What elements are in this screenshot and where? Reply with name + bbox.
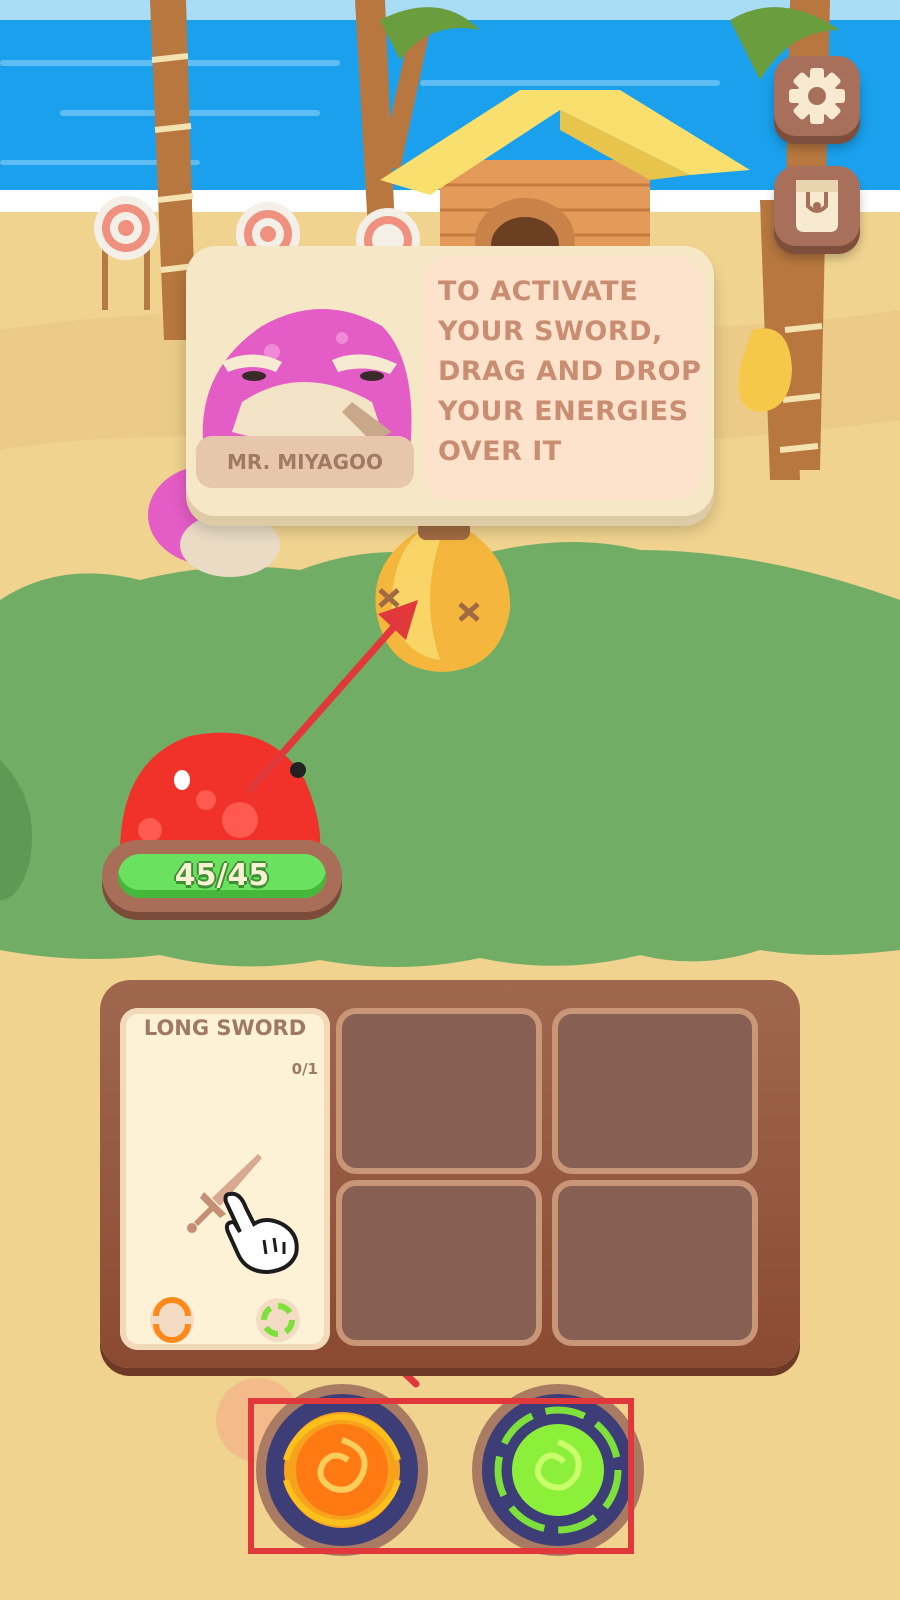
weapon-inventory: LONG SWORD 0/1 — [100, 980, 800, 1370]
empty-inventory-slot[interactable] — [552, 1180, 758, 1346]
energy-slot-count: 0/1 — [291, 1060, 318, 1078]
pointer-hand-icon — [223, 1191, 299, 1275]
item-name: LONG SWORD — [143, 1016, 307, 1040]
dialog-message: TO ACTIVATE YOUR SWORD, DRAG AND DROP YO… — [438, 276, 702, 467]
backpack-icon — [796, 180, 838, 232]
nature-energy-socket-icon — [256, 1298, 300, 1342]
empty-inventory-slot[interactable] — [336, 1180, 542, 1346]
settings-button[interactable] — [774, 56, 860, 136]
tutorial-highlight-frame — [248, 1398, 634, 1554]
gear-icon — [789, 68, 845, 124]
npc-name-plate: MR. MIYAGOO — [196, 436, 414, 488]
item-card-long-sword[interactable]: LONG SWORD 0/1 — [120, 1008, 330, 1350]
empty-inventory-slot[interactable] — [336, 1008, 542, 1174]
player-health-bar: 45/45 — [102, 840, 342, 920]
empty-inventory-slot[interactable] — [552, 1008, 758, 1174]
bag-button[interactable] — [774, 166, 860, 246]
hp-value: 45/45 — [174, 858, 270, 893]
tutorial-dialog: MR. MIYAGOO TO ACTIVATE YOUR SWORD, DRAG… — [186, 246, 714, 526]
fire-energy-socket-icon — [150, 1297, 194, 1343]
